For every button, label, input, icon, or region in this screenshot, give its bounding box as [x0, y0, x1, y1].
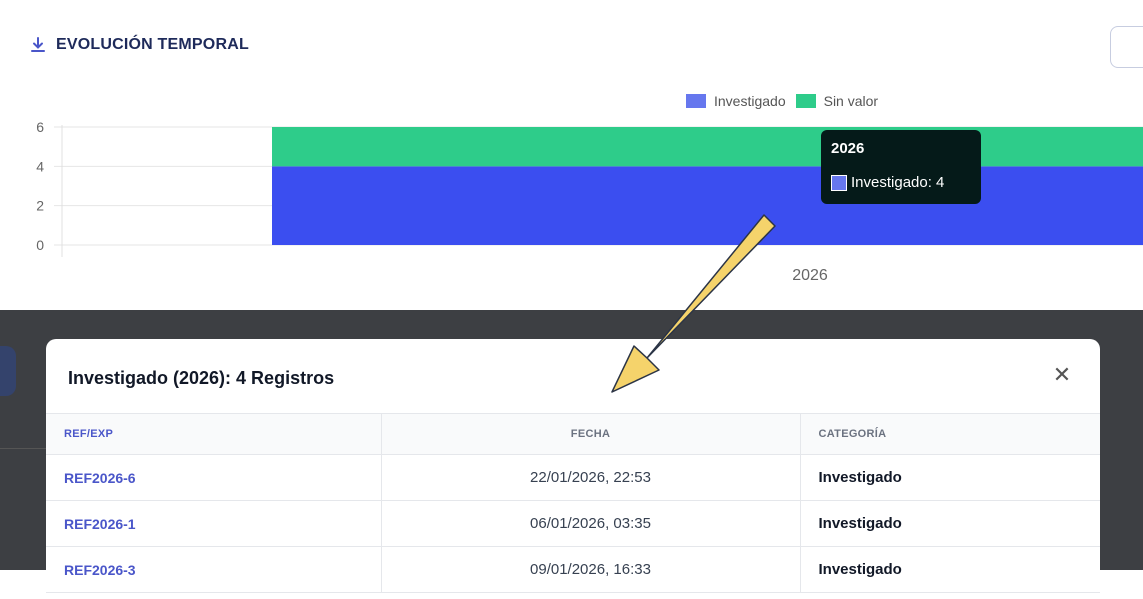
- column-header-categoria[interactable]: CATEGORÍA: [800, 414, 1100, 455]
- fecha-cell: 22/01/2026, 22:53: [380, 454, 801, 501]
- bar-sin-valor[interactable]: [272, 127, 1143, 167]
- modal-header: Investigado (2026): 4 Registros ✕: [46, 339, 1100, 414]
- chart-panel: EVOLUCIÓN TEMPORAL Investigado Sin valor…: [0, 0, 1143, 310]
- records-modal: Investigado (2026): 4 Registros ✕ REF/EX…: [46, 339, 1100, 599]
- background-element: [0, 346, 16, 396]
- tooltip-label: Investigado: 4: [851, 174, 945, 191]
- tooltip-row: Investigado: 4: [831, 174, 944, 191]
- y-tick-label: 2: [36, 198, 44, 214]
- records-table: REF/EXP FECHA CATEGORÍA REF2026-6 22/01/…: [46, 414, 1100, 593]
- fecha-cell: 06/01/2026, 03:35: [380, 500, 801, 547]
- table-header-row: REF/EXP FECHA CATEGORÍA: [46, 414, 1100, 455]
- x-tick-label: 2026: [792, 267, 828, 284]
- categoria-cell: Investigado: [800, 454, 1100, 501]
- tooltip-swatch: [831, 174, 847, 191]
- column-header-fecha[interactable]: FECHA: [380, 414, 801, 455]
- ref-link[interactable]: REF2026-6: [46, 454, 381, 501]
- y-tick-label: 4: [36, 158, 44, 174]
- chart-tooltip: 2026 Investigado: 4: [821, 130, 981, 204]
- y-tick-label: 0: [36, 237, 44, 253]
- tooltip-title: 2026: [831, 140, 865, 157]
- bar-investigado[interactable]: [272, 166, 1143, 245]
- categoria-cell: Investigado: [800, 500, 1100, 547]
- background-divider: [0, 448, 46, 449]
- table-row[interactable]: REF2026-6 22/01/2026, 22:53 Investigado: [46, 454, 1100, 501]
- close-icon: ✕: [1052, 362, 1072, 387]
- y-tick-label: 6: [36, 119, 44, 135]
- ref-link[interactable]: REF2026-1: [46, 500, 381, 547]
- close-button[interactable]: ✕: [1046, 359, 1078, 391]
- modal-title: Investigado (2026): 4 Registros: [68, 368, 335, 388]
- table-row[interactable]: REF2026-1 06/01/2026, 03:35 Investigado: [46, 500, 1100, 547]
- column-header-ref[interactable]: REF/EXP: [46, 414, 381, 455]
